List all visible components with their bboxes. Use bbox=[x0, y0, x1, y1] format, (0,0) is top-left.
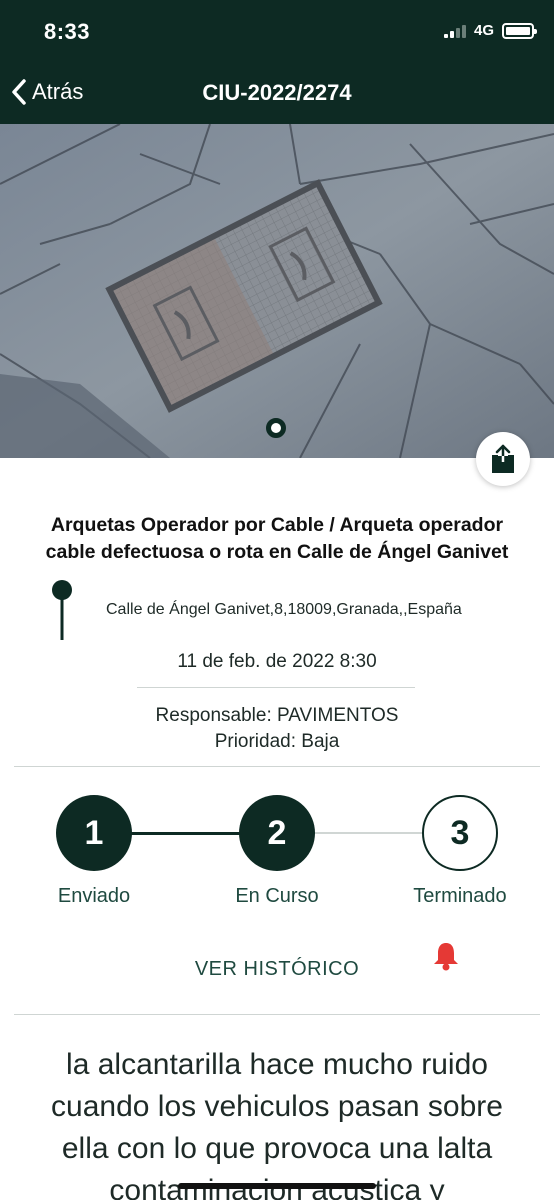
carousel-dot[interactable] bbox=[266, 418, 286, 438]
step-3-circle: 3 bbox=[422, 795, 498, 871]
battery-icon bbox=[502, 22, 537, 39]
step-2-circle: 2 bbox=[239, 795, 315, 871]
divider bbox=[14, 766, 540, 767]
divider bbox=[14, 1014, 540, 1015]
responsable-label: Responsable: PAVIMENTOS bbox=[155, 705, 399, 726]
description-line: cuando los vehiculos pasan sobre bbox=[51, 1090, 503, 1123]
incident-description: la alcantarilla hace mucho ruido cuando … bbox=[0, 1044, 554, 1200]
incident-title-line: cable defectuosa o rota en Calle de Ánge… bbox=[45, 541, 509, 563]
incident-title-line: Arquetas Operador por Cable / Arqueta op… bbox=[50, 514, 504, 536]
divider bbox=[137, 687, 415, 688]
incident-title: Arquetas Operador por Cable / Arqueta op… bbox=[0, 512, 554, 566]
incident-photo[interactable] bbox=[0, 124, 554, 458]
map-pin-icon bbox=[52, 580, 72, 640]
incident-meta: Responsable: PAVIMENTOS Prioridad: Baja bbox=[0, 703, 554, 755]
step-2-label: En Curso bbox=[235, 885, 319, 907]
home-indicator[interactable] bbox=[178, 1183, 376, 1189]
progress-stepper: 1 2 3 bbox=[0, 795, 554, 875]
top-bar: 8:33 4G Atrás CIU-2022/2274 bbox=[0, 0, 554, 124]
description-line: ella con lo que provoca una lalta bbox=[61, 1132, 493, 1165]
page-title: CIU-2022/2274 bbox=[202, 80, 352, 105]
step-1-label: Enviado bbox=[57, 885, 131, 907]
description-line: la alcantarilla hace mucho ruido bbox=[66, 1048, 488, 1081]
signal-icon bbox=[443, 24, 466, 38]
step-3-label: Terminado bbox=[413, 885, 507, 907]
share-button[interactable] bbox=[476, 432, 530, 486]
network-label: 4G bbox=[473, 22, 494, 39]
incident-address[interactable]: Calle de Ángel Ganivet,8,18009,Granada,,… bbox=[106, 601, 462, 619]
ver-historico-button[interactable]: VER HISTÓRICO bbox=[0, 958, 554, 981]
prioridad-label: Prioridad: Baja bbox=[214, 731, 340, 752]
step-1-circle: 1 bbox=[56, 795, 132, 871]
bell-icon[interactable] bbox=[432, 941, 460, 971]
status-time: 8:33 bbox=[44, 19, 91, 44]
status-indicators: 4G bbox=[443, 22, 537, 39]
incident-date: 11 de feb. de 2022 8:30 bbox=[177, 651, 377, 672]
share-icon bbox=[492, 444, 514, 473]
